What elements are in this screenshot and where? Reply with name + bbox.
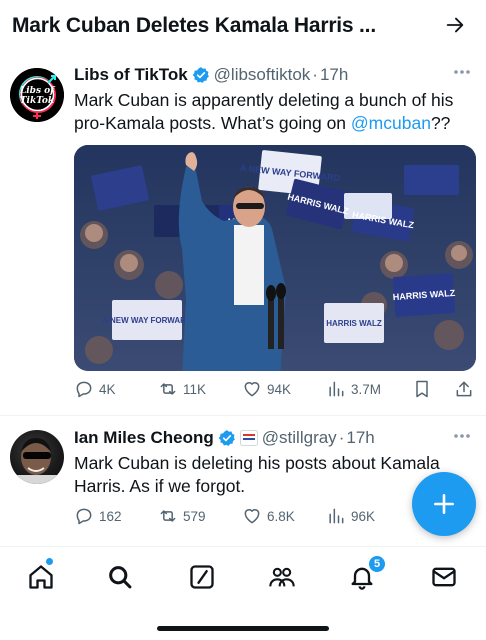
repost-count: 579 [183, 508, 206, 524]
like-button[interactable]: 6.8K [242, 506, 295, 526]
reply-icon [76, 381, 92, 398]
tweet-media-photo[interactable]: A NEW WAY FORWARD HARRIS WALZ HARRIS WAL… [74, 145, 476, 371]
libs-of-tiktok-logo: Libs of TikTok [10, 68, 64, 122]
home-icon[interactable] [27, 563, 55, 591]
rally-photo: A NEW WAY FORWARD HARRIS WALZ HARRIS WAL… [74, 145, 476, 371]
verified-badge-icon [218, 430, 235, 446]
heart-icon [244, 509, 260, 524]
arrow-right-icon[interactable] [444, 14, 466, 36]
separator-dot: · [338, 428, 345, 447]
communities-icon[interactable] [268, 563, 296, 591]
more-options-icon[interactable] [452, 431, 472, 441]
bookmark-icon [416, 380, 428, 398]
conversation-header: Mark Cuban Deletes Kamala Harris ... [0, 0, 486, 52]
display-name[interactable]: Ian Miles Cheong [74, 428, 214, 448]
view-count: 96K [351, 508, 376, 524]
like-button[interactable]: 94K [242, 379, 291, 399]
more-options-icon[interactable] [452, 67, 472, 77]
bottom-tab-bar [0, 546, 486, 606]
reply-count: 162 [99, 508, 122, 524]
avatar[interactable] [10, 430, 64, 484]
mention-link[interactable]: @mcuban [351, 113, 431, 133]
views-button[interactable]: 3.7M [326, 379, 381, 399]
analytics-icon [329, 508, 344, 524]
search-icon[interactable] [106, 563, 134, 591]
notifications-badge: 5 [368, 555, 386, 573]
tweet-text: Mark Cuban is deleting his posts about K… [74, 453, 440, 496]
verified-badge-icon [192, 67, 209, 83]
svg-text:Libs of: Libs of [19, 86, 56, 96]
repost-button[interactable]: 11K [158, 379, 206, 399]
repost-icon [160, 510, 176, 522]
reply-icon [76, 508, 92, 525]
like-count: 6.8K [267, 508, 295, 524]
svg-text:TikTok: TikTok [20, 96, 54, 106]
timestamp[interactable]: 17h [346, 428, 374, 448]
home-indicator [157, 626, 329, 631]
tweet-text-tail: ?? [430, 113, 451, 133]
profile-photo [16, 438, 58, 484]
svg-text:HARRIS WALZ: HARRIS WALZ [326, 319, 382, 328]
timestamp[interactable]: 17h [320, 65, 348, 85]
reply-count: 4K [99, 381, 116, 397]
view-count: 3.7M [351, 381, 382, 397]
handle[interactable]: @stillgray [262, 428, 337, 448]
bookmark-button[interactable] [412, 379, 437, 399]
compose-button[interactable] [412, 472, 476, 536]
svg-text:A NEW WAY FORWARD: A NEW WAY FORWARD [102, 316, 192, 325]
plus-icon [434, 494, 454, 514]
grok-icon[interactable] [188, 563, 216, 591]
tweet-header: Ian Miles Cheong @stillgray · 17h [74, 428, 375, 448]
page-title: Mark Cuban Deletes Kamala Harris ... [12, 14, 376, 37]
avatar[interactable]: Libs of TikTok [10, 68, 64, 122]
like-count: 94K [267, 381, 292, 397]
display-name[interactable]: Libs of TikTok [74, 65, 188, 85]
views-button[interactable]: 96K [326, 506, 375, 526]
mail-icon[interactable] [430, 563, 458, 591]
tweet[interactable]: Ian Miles Cheong @stillgray · 17h Mark C… [0, 422, 486, 542]
tweet-actions: 4K 11K 94K 3.7M [74, 379, 479, 403]
reply-button[interactable]: 4K [74, 379, 116, 399]
repost-icon [160, 383, 176, 395]
affiliate-badge-icon [239, 430, 258, 446]
heart-icon [244, 382, 260, 397]
reply-button[interactable]: 162 [74, 506, 122, 526]
analytics-icon [329, 381, 344, 397]
tweet[interactable]: Libs of TikTok Libs of TikTok @libsoftik… [0, 58, 486, 415]
share-icon [456, 381, 472, 397]
handle[interactable]: @libsoftiktok [214, 65, 311, 85]
separator-dot: · [312, 65, 318, 84]
share-button[interactable] [454, 379, 479, 399]
repost-button[interactable]: 579 [158, 506, 206, 526]
repost-count: 11K [183, 381, 207, 397]
tweet-text: Mark Cuban is apparently deleting a bunc… [74, 89, 479, 135]
tweet-header: Libs of TikTok @libsoftiktok · 17h [74, 65, 348, 85]
home-new-indicator [46, 558, 53, 565]
divider [0, 415, 486, 416]
